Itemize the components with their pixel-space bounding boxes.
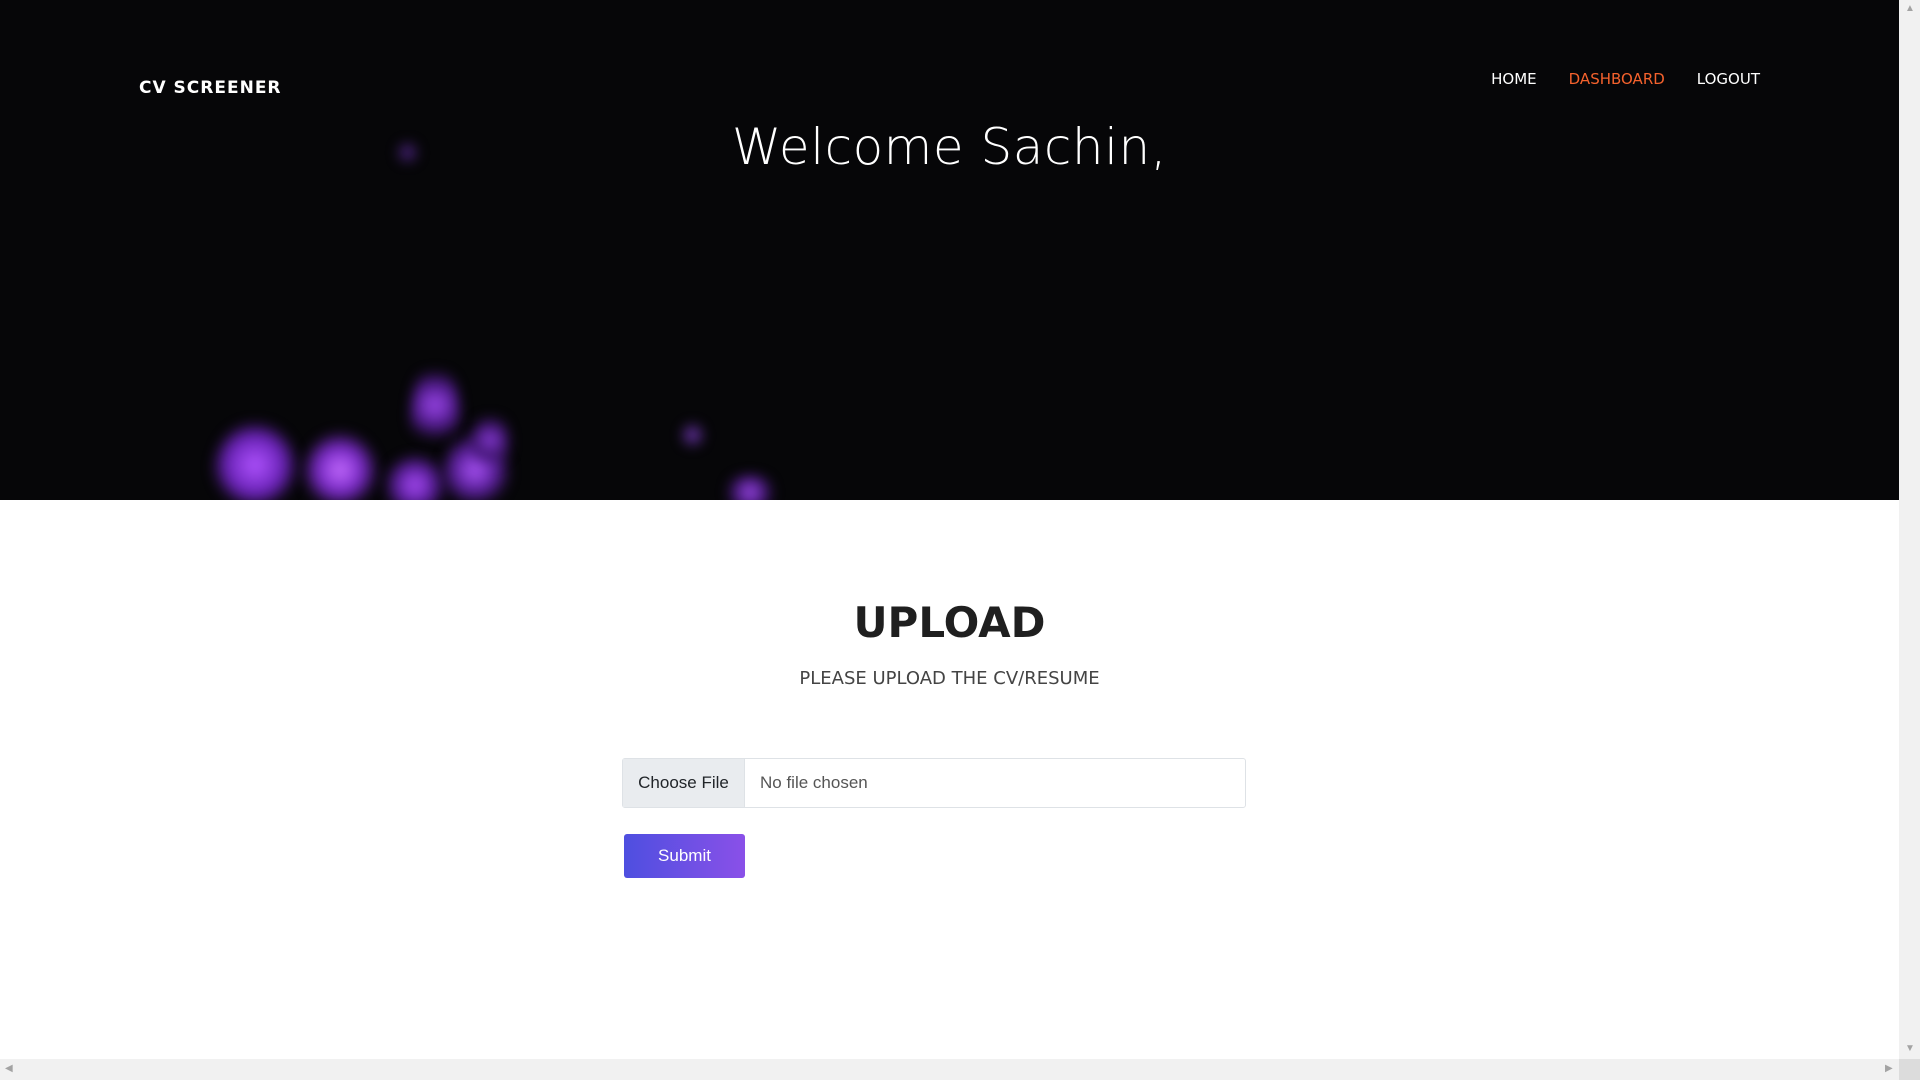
chevron-down-icon[interactable]: ▼ (1905, 1044, 1915, 1054)
scrollbar-corner (1899, 1059, 1920, 1080)
vertical-scrollbar[interactable]: ▲ ▼ (1899, 0, 1920, 1059)
upload-subtitle: PLEASE UPLOAD THE CV/RESUME (799, 668, 1100, 689)
hero-banner: CV SCREENER HOME DASHBOARD LOGOUT Welcom… (0, 0, 1899, 500)
brand-logo[interactable]: CV SCREENER (139, 78, 282, 98)
choose-file-button[interactable]: Choose File (623, 759, 745, 807)
submit-button[interactable]: Submit (624, 834, 745, 878)
main-nav: HOME DASHBOARD LOGOUT (1491, 70, 1760, 88)
page-viewport: CV SCREENER HOME DASHBOARD LOGOUT Welcom… (0, 0, 1899, 1059)
horizontal-scrollbar[interactable]: ◀ ▶ (0, 1059, 1899, 1080)
chevron-right-icon[interactable]: ▶ (1885, 1064, 1893, 1074)
nav-item-dashboard[interactable]: DASHBOARD (1569, 70, 1665, 88)
upload-title: UPLOAD (853, 598, 1046, 647)
chevron-up-icon[interactable]: ▲ (1905, 4, 1915, 14)
nav-item-home[interactable]: HOME (1491, 70, 1537, 88)
nav-item-logout[interactable]: LOGOUT (1697, 70, 1760, 88)
file-upload-input[interactable]: Choose File No file chosen (622, 758, 1246, 808)
welcome-heading: Welcome Sachin, (731, 118, 1168, 176)
chevron-left-icon[interactable]: ◀ (5, 1064, 13, 1074)
file-status-text: No file chosen (760, 773, 868, 792)
